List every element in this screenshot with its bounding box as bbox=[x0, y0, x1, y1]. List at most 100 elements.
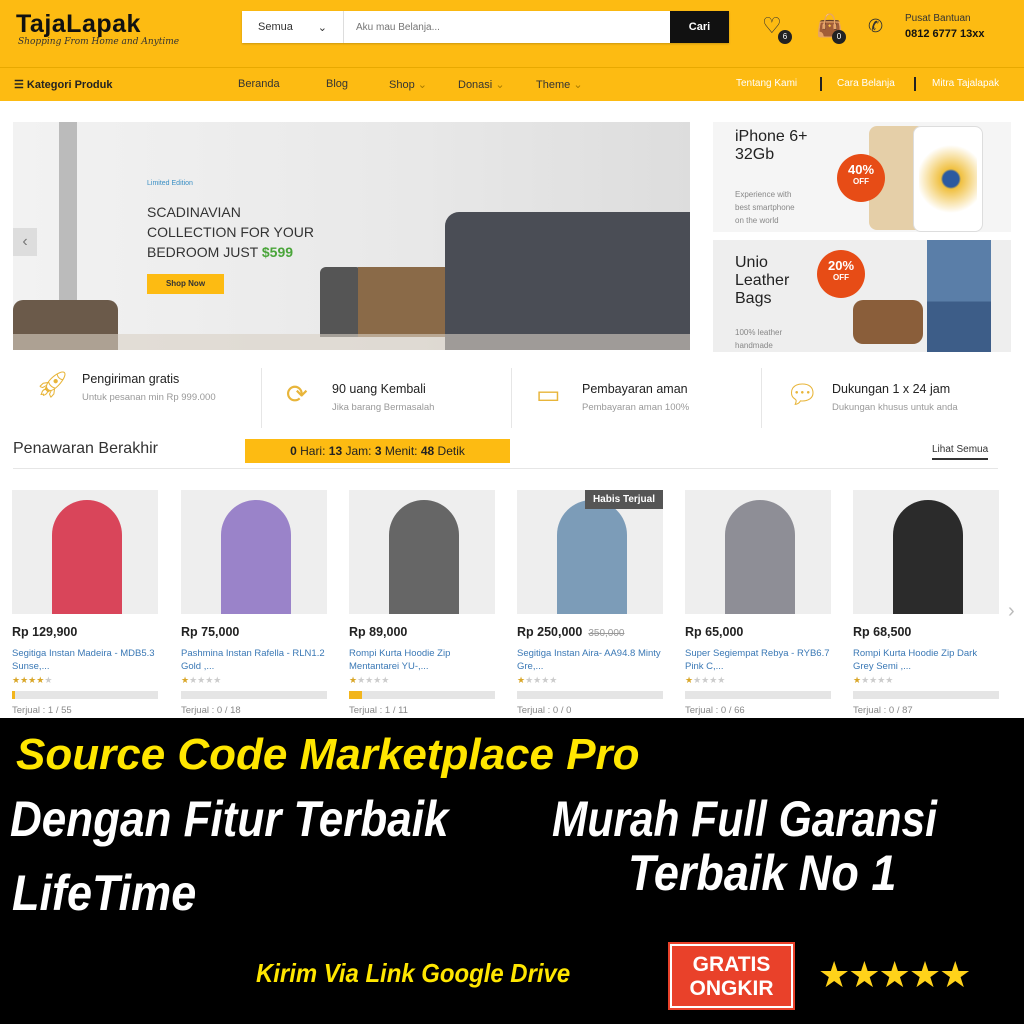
seconds: 48 bbox=[420, 444, 435, 458]
product-card[interactable]: Habis Terjual Rp 250,000 350,000 Segitiga… bbox=[517, 490, 663, 720]
promo-overlay: Source Code Marketplace Pro Dengan Fitur… bbox=[0, 718, 1024, 1024]
days: 0 bbox=[290, 444, 297, 458]
promo-right-line1: Murah Full Garansi bbox=[552, 791, 937, 847]
promo-desc-line: 100% leather bbox=[735, 328, 783, 337]
sold-progress-bar bbox=[181, 691, 327, 699]
search-input[interactable] bbox=[344, 11, 670, 43]
product-name[interactable]: Super Segiempat Rebya - RYB6.7 Pink C,..… bbox=[685, 647, 831, 673]
hero-banner[interactable]: Limited Edition SCADINAVIAN COLLECTION F… bbox=[13, 122, 690, 350]
star-rating: ★★★★★ bbox=[181, 675, 222, 685]
product-name[interactable]: Segitiga Instan Aira- AA94.8 Minty Gre,.… bbox=[517, 647, 663, 673]
nav-theme-label: Theme bbox=[536, 79, 571, 91]
seconds-label: Detik bbox=[434, 444, 465, 458]
product-name[interactable]: Segitiga Instan Madeira - MDB5.3 Sunse,.… bbox=[12, 647, 158, 673]
nav-tentang-kami[interactable]: Tentang Kami bbox=[736, 78, 797, 89]
feature-subtitle: Dukungan khusus untuk anda bbox=[832, 402, 958, 413]
hours-label: Jam: bbox=[342, 444, 375, 458]
sold-count: Terjual : 0 / 87 bbox=[853, 705, 913, 716]
bed-image bbox=[445, 212, 690, 350]
chevron-down-icon: ⌄ bbox=[317, 22, 327, 34]
table-image bbox=[358, 267, 446, 337]
product-photo bbox=[893, 500, 963, 614]
rating-stars: ★★★★★ bbox=[818, 954, 971, 995]
sold-count: Terjual : 0 / 0 bbox=[517, 705, 572, 716]
divider bbox=[13, 468, 998, 469]
product-image[interactable] bbox=[181, 490, 327, 614]
price-value: Rp 65,000 bbox=[685, 625, 744, 639]
nav-cara-belanja[interactable]: Cara Belanja bbox=[837, 78, 895, 89]
minutes: 3 bbox=[374, 444, 382, 458]
feature-subtitle: Pembayaran aman 100% bbox=[582, 402, 690, 413]
hero-line: BEDROOM JUST bbox=[147, 244, 262, 260]
category-menu-label: Kategori Produk bbox=[26, 79, 113, 91]
product-image[interactable]: Habis Terjual bbox=[517, 490, 663, 614]
product-image[interactable] bbox=[685, 490, 831, 614]
product-name[interactable]: Rompi Kurta Hoodie Zip Dark Grey Semi ,.… bbox=[853, 647, 999, 673]
chat-icon: 💬︎ bbox=[786, 379, 820, 409]
search-category-select[interactable]: Semua ⌄ bbox=[242, 11, 344, 43]
product-photo bbox=[725, 500, 795, 614]
feature-subtitle: Untuk pesanan min Rp 999.000 bbox=[82, 392, 216, 403]
price-value: Rp 129,900 bbox=[12, 625, 78, 639]
logo[interactable]: TajaLapak bbox=[16, 10, 141, 39]
promo-leather-bags[interactable]: Unio Leather Bags 100% leather handmade 20%… bbox=[713, 240, 1011, 352]
product-image[interactable] bbox=[349, 490, 495, 614]
product-price: Rp 68,500 bbox=[853, 625, 999, 639]
price-value: Rp 75,000 bbox=[181, 625, 240, 639]
nav-mitra[interactable]: Mitra Tajalapak bbox=[932, 78, 999, 89]
original-price: 350,000 bbox=[588, 628, 625, 639]
promo-title-line: Bags bbox=[735, 290, 772, 307]
product-name[interactable]: Pashmina Instan Rafella - RLN1.2 Gold ,.… bbox=[181, 647, 327, 673]
nav-beranda[interactable]: Beranda bbox=[238, 78, 280, 90]
phone-icon: ✆ bbox=[868, 16, 884, 36]
progress-fill bbox=[12, 691, 15, 699]
credit-card-icon: ▭ bbox=[536, 379, 561, 409]
product-card[interactable]: Rp 68,500 Rompi Kurta Hoodie Zip Dark Gr… bbox=[853, 490, 999, 720]
sold-progress-bar bbox=[349, 691, 495, 699]
hero-title: SCADINAVIAN COLLECTION FOR YOUR BEDROOM … bbox=[147, 202, 314, 262]
carousel-next-button[interactable]: › bbox=[1008, 600, 1015, 623]
cart-count: 0 bbox=[832, 30, 846, 44]
product-price: Rp 129,900 bbox=[12, 625, 158, 639]
delivery-text: Kirim Via Link Google Drive bbox=[256, 958, 571, 988]
carousel-prev-button[interactable]: ‹ bbox=[13, 228, 37, 256]
product-card[interactable]: Rp 75,000 Pashmina Instan Rafella - RLN1… bbox=[181, 490, 327, 720]
shop-now-button[interactable]: Shop Now bbox=[147, 274, 224, 294]
wishlist-button[interactable]: ♡ 6 bbox=[762, 14, 792, 44]
wishlist-count: 6 bbox=[778, 30, 792, 44]
cart-button[interactable]: 👜 0 bbox=[816, 14, 846, 44]
discount-label: OFF bbox=[853, 177, 869, 186]
promo-title-line: Leather bbox=[735, 272, 790, 289]
product-card[interactable]: Rp 65,000 Super Segiempat Rebya - RYB6.7… bbox=[685, 490, 831, 720]
product-image[interactable] bbox=[12, 490, 158, 614]
category-label: Semua bbox=[258, 21, 293, 33]
promo-desc-line: Experience with bbox=[735, 190, 792, 199]
price-value: Rp 250,000 bbox=[517, 625, 583, 639]
help-phone[interactable]: 0812 6777 13xx bbox=[905, 28, 985, 40]
tagline: Shopping From Home and Anytime bbox=[18, 37, 180, 47]
product-card[interactable]: Rp 129,900 Segitiga Instan Madeira - MDB… bbox=[12, 490, 158, 720]
hero-small-label: Limited Edition bbox=[147, 180, 193, 187]
search-button[interactable]: Cari bbox=[670, 11, 729, 43]
feature-item: 🚀︎ Pengiriman gratis Untuk pesanan min Rp … bbox=[12, 368, 262, 428]
product-card[interactable]: Rp 89,000 Rompi Kurta Hoodie Zip Mentant… bbox=[349, 490, 495, 720]
hero-line: COLLECTION FOR YOUR bbox=[147, 224, 314, 240]
promo-title-line: Unio bbox=[735, 254, 768, 271]
promo-iphone[interactable]: iPhone 6+ 32Gb Experience with best smartp… bbox=[713, 122, 1011, 232]
product-photo bbox=[52, 500, 122, 614]
sold-out-badge: Habis Terjual bbox=[584, 490, 663, 509]
free-shipping-badge: GRATIS ONGKIR bbox=[668, 942, 795, 1010]
nav-theme[interactable]: Theme ⌄ bbox=[536, 78, 583, 91]
category-menu-button[interactable]: ☰ Kategori Produk bbox=[14, 78, 113, 91]
feature-item: ▭ Pembayaran aman Pembayaran aman 100% bbox=[512, 368, 762, 428]
bag-image bbox=[320, 267, 362, 337]
progress-fill bbox=[349, 691, 363, 699]
product-image[interactable] bbox=[853, 490, 999, 614]
nav-donasi[interactable]: Donasi ⌄ bbox=[458, 78, 505, 91]
product-name[interactable]: Rompi Kurta Hoodie Zip Mentantarei YU-,.… bbox=[349, 647, 495, 673]
nav-blog[interactable]: Blog bbox=[326, 78, 348, 90]
nav-shop[interactable]: Shop ⌄ bbox=[389, 78, 427, 91]
minutes-label: Menit: bbox=[381, 444, 421, 458]
see-all-link[interactable]: Lihat Semua bbox=[932, 444, 989, 460]
sold-progress-bar bbox=[685, 691, 831, 699]
